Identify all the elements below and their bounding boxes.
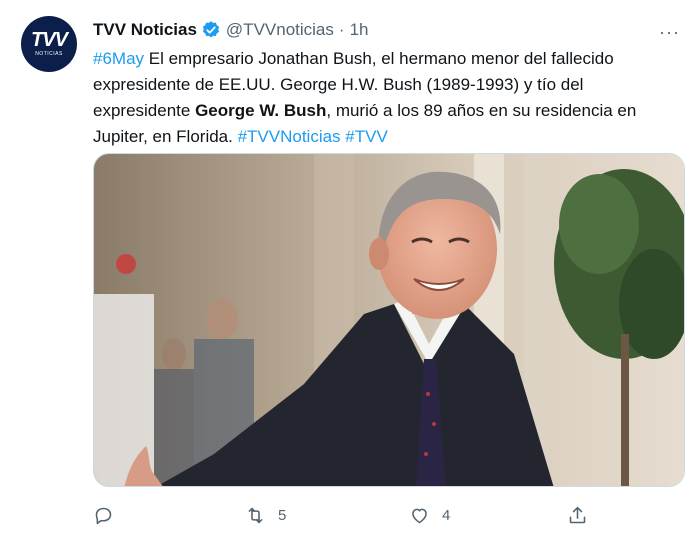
tweet-header: TVV Noticias @TVVnoticias · 1h — [93, 18, 368, 42]
photo-illustration — [94, 154, 684, 486]
handle[interactable]: @TVVnoticias — [226, 20, 334, 40]
tweet-card[interactable]: TVV NOTICIAS TVV Noticias @TVVnoticias ·… — [0, 0, 700, 537]
share-button[interactable] — [567, 500, 588, 530]
tweet-photo[interactable] — [93, 153, 685, 487]
tweet-text: #6May El empresario Jonathan Bush, el he… — [93, 46, 685, 150]
like-count: 4 — [442, 506, 451, 524]
tweet-actions: 5 4 — [93, 500, 685, 530]
reply-button[interactable] — [93, 500, 114, 530]
display-name[interactable]: TVV Noticias — [93, 20, 197, 40]
retweet-button[interactable]: 5 — [245, 500, 286, 530]
retweet-icon — [248, 507, 263, 523]
more-options-icon[interactable]: ··· — [659, 22, 680, 43]
avatar-logo-text: TVV — [31, 29, 68, 51]
heart-icon — [412, 508, 427, 523]
separator-dot: · — [338, 20, 345, 39]
hashtag-link[interactable]: #6May — [93, 49, 144, 68]
reply-icon — [95, 507, 112, 524]
verified-badge-icon — [201, 20, 221, 40]
hashtag-link[interactable]: #TVVNoticias — [238, 127, 341, 146]
avatar[interactable]: TVV NOTICIAS — [21, 16, 77, 72]
retweet-count: 5 — [278, 506, 287, 524]
hashtag-link[interactable]: #TVV — [345, 127, 388, 146]
like-button[interactable]: 4 — [409, 500, 450, 530]
share-icon — [569, 506, 586, 523]
avatar-logo-subtext: NOTICIAS — [35, 51, 63, 57]
timestamp[interactable]: 1h — [350, 20, 369, 40]
tweet-text-bold: George W. Bush — [195, 101, 327, 120]
